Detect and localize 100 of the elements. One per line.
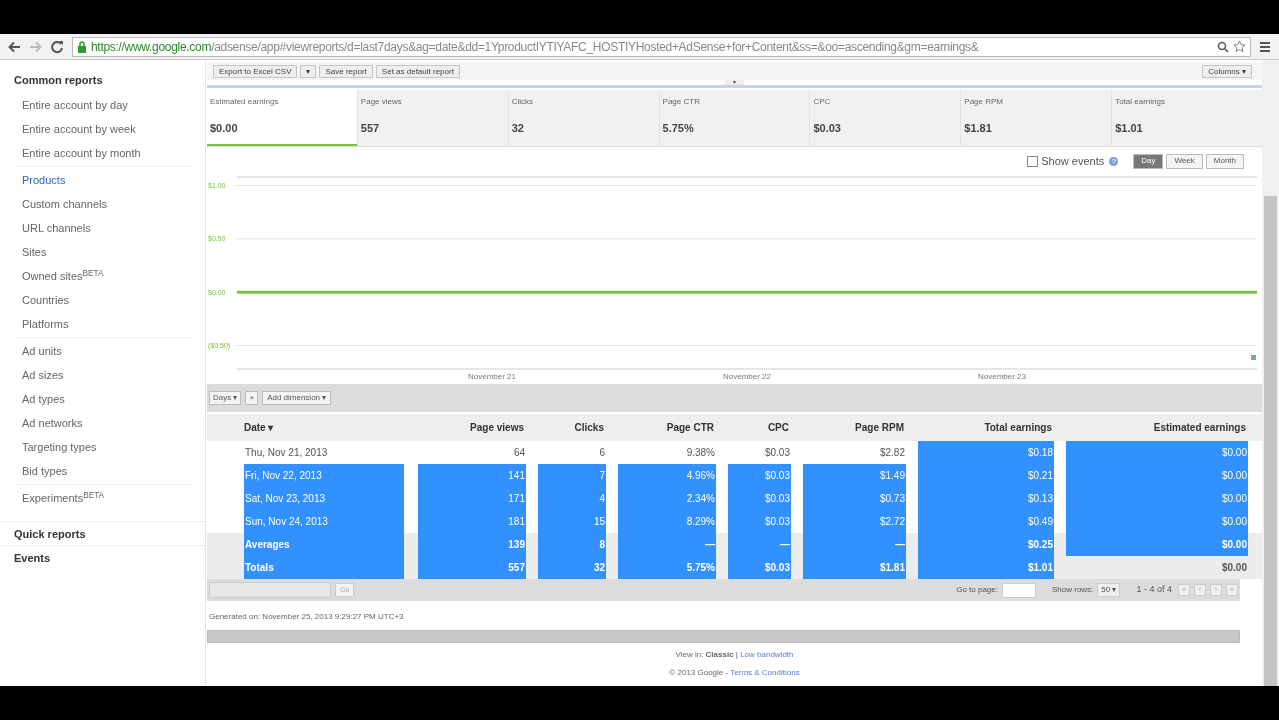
star-icon[interactable]: [1233, 40, 1246, 53]
metric-label: Page RPM: [964, 96, 1004, 108]
rows-dropdown[interactable]: 50 ▾: [1097, 583, 1121, 597]
metric-tile[interactable]: CPC $0.03: [809, 90, 961, 146]
sidebar-item[interactable]: Entire account by month: [14, 141, 191, 165]
sidebar-item[interactable]: URL channels: [14, 216, 191, 240]
table-cell: $1.49: [803, 464, 906, 487]
metric-label: CPC: [813, 96, 832, 108]
metric-tile[interactable]: Page views 557: [356, 90, 508, 146]
sidebar-item[interactable]: Owned sites$^{BETA}$: [14, 264, 191, 288]
table-cell-text: $0.03: [763, 446, 791, 460]
metric-tile[interactable]: Clicks 32: [507, 90, 659, 146]
table-cell-text: 64: [512, 446, 526, 460]
sidebar-item[interactable]: Entire account by week: [14, 117, 191, 141]
x-tick-label: November 22: [723, 372, 771, 381]
add-dimension-dropdown[interactable]: Add dimension ▾: [262, 391, 332, 405]
table-cell: 4: [538, 487, 606, 510]
x-tick-label: November 21: [468, 372, 516, 381]
sidebar-heading[interactable]: Quick reports: [0, 521, 205, 545]
remove-dimension-button[interactable]: ×: [245, 391, 259, 405]
table-cell: $0.25: [918, 533, 1054, 556]
metric-value: 5.75%: [662, 121, 695, 136]
table-cell: $0.03: [728, 556, 791, 579]
column-header[interactable]: Clicks: [530, 420, 610, 435]
sidebar-item[interactable]: Platforms: [14, 312, 191, 336]
toolbar-button[interactable]: Set as default report: [375, 64, 460, 78]
table-cell: Averages: [244, 533, 404, 556]
checkbox[interactable]: [1027, 155, 1039, 167]
table-cell-text: Thu, Nov 21, 2013: [244, 446, 329, 460]
table-cell: $1.81: [803, 556, 906, 579]
table-cell: 32: [538, 556, 606, 579]
page-range: 1 - 4 of 4: [1136, 583, 1172, 597]
sidebar-item[interactable]: Experiments$^{BETA}$: [14, 486, 191, 510]
metric-tile[interactable]: Page RPM $1.81: [960, 90, 1112, 146]
sidebar-item[interactable]: Custom channels: [14, 192, 191, 216]
period-button[interactable]: Day: [1133, 153, 1164, 169]
table-cell: 8: [538, 533, 606, 556]
toolbar-button[interactable]: Save report: [319, 64, 373, 78]
column-header[interactable]: Page RPM: [795, 420, 910, 435]
metric-tile[interactable]: Page CTR 5.75%: [658, 90, 810, 146]
table-cell: —: [618, 533, 716, 556]
columns-button[interactable]: Columns ▾: [1202, 64, 1252, 78]
terms-link[interactable]: Terms & Conditions: [730, 668, 800, 677]
reload-icon[interactable]: [50, 39, 64, 54]
horizontal-scrollbar[interactable]: [207, 630, 1240, 643]
sidebar-item[interactable]: Targeting types: [14, 435, 191, 459]
sidebar-item[interactable]: Ad units: [14, 339, 191, 363]
toolbar-button[interactable]: Export to Excel CSV: [213, 64, 298, 78]
sidebar-heading[interactable]: Common reports: [0, 68, 205, 92]
low-bandwidth-link[interactable]: Low bandwidth: [740, 650, 794, 659]
sidebar-item[interactable]: Entire account by day: [14, 93, 191, 117]
table-cell: $0.00: [1066, 533, 1248, 556]
sidebar-item[interactable]: Countries: [14, 288, 191, 312]
table-cell-text: 6: [598, 446, 606, 460]
period-button[interactable]: Week: [1166, 153, 1203, 169]
metric-value: 32: [511, 121, 525, 136]
period-button[interactable]: Month: [1205, 153, 1244, 169]
vertical-scrollbar[interactable]: [1262, 60, 1279, 686]
go-to-page-label: Go to page:: [956, 584, 998, 596]
search-icon[interactable]: [1217, 40, 1229, 53]
column-header[interactable]: Page CTR: [610, 420, 720, 435]
menu-icon[interactable]: [1259, 40, 1271, 53]
sidebar-item[interactable]: Ad sizes: [14, 363, 191, 387]
dimension-dropdown[interactable]: Days ▾: [209, 391, 242, 405]
metric-value: 557: [360, 121, 381, 136]
sidebar-heading[interactable]: Events: [0, 545, 205, 569]
sidebar-item[interactable]: Products: [14, 168, 191, 192]
table-cell: $0.49: [918, 510, 1054, 533]
table-cell: Sun, Nov 24, 2013: [244, 510, 404, 533]
table-cell: Sat, Nov 23, 2013: [244, 487, 404, 510]
table-cell: 8.29%: [618, 510, 716, 533]
sidebar-item[interactable]: Ad types: [14, 387, 191, 411]
table-cell: —: [728, 533, 791, 556]
column-header[interactable]: Total earnings: [910, 420, 1058, 435]
table-cell: $0.00: [1066, 441, 1248, 464]
sidebar-item[interactable]: Bid types: [14, 459, 191, 483]
table-cell: $0.00: [1066, 487, 1248, 510]
table-cell: $0.03: [728, 510, 791, 533]
table-cell: $0.03: [728, 487, 791, 510]
show-rows-label: Show rows:: [1052, 584, 1094, 596]
metric-label: Page views: [360, 96, 403, 108]
table-cell: $0.13: [918, 487, 1054, 510]
metric-tile[interactable]: Total earnings $1.01: [1111, 90, 1262, 146]
sidebar-item[interactable]: Sites: [14, 240, 191, 264]
toolbar-button[interactable]: ▾: [300, 64, 317, 78]
column-header[interactable]: Estimated earnings: [1058, 420, 1252, 435]
back-icon[interactable]: [8, 40, 21, 53]
table-cell: 15: [538, 510, 606, 533]
table-cell: 171: [418, 487, 526, 510]
filter-input[interactable]: [209, 582, 331, 598]
column-header[interactable]: CPC: [720, 420, 795, 435]
table-cell: Fri, Nov 22, 2013: [244, 464, 404, 487]
column-header[interactable]: Page views: [410, 420, 530, 435]
view-mode-text: View in: Classic | Low bandwidth: [674, 649, 795, 661]
sidebar-item[interactable]: Ad networks: [14, 411, 191, 435]
table-cell: 557: [418, 556, 526, 579]
address-bar[interactable]: https://www.google.com/adsense/app#viewreports/d=last7days&ag=date&dd=1YproductIYTIYAFC_HOSTIYHosted+AdSense+for+Content&ss=&oo=ascending&gm=earnings&: [72, 36, 1251, 57]
metric-value: $0.00: [210, 121, 239, 136]
column-header[interactable]: Date ▾: [207, 420, 410, 435]
table-cell: $1.01: [918, 556, 1054, 579]
